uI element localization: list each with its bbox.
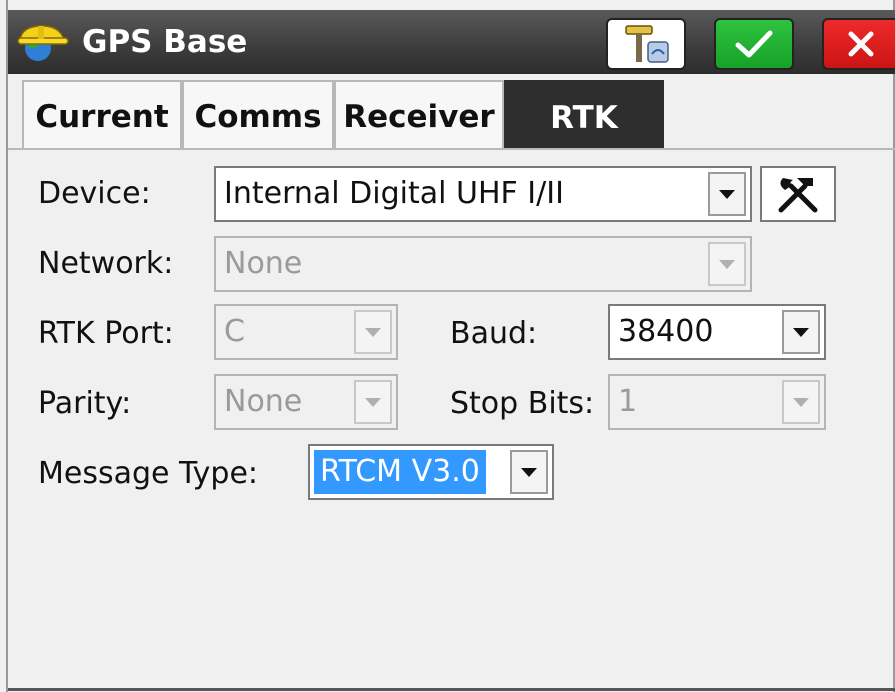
network-value: None: [224, 246, 303, 281]
message-type-select[interactable]: RTCM V3.0: [308, 444, 554, 500]
device-select[interactable]: Internal Digital UHF I/II: [214, 166, 752, 222]
baud-value: 38400: [618, 314, 714, 349]
device-dropdown-button[interactable]: [708, 172, 746, 216]
device-config-button[interactable]: [760, 166, 836, 222]
hammer-wrench-icon: [778, 178, 818, 213]
device-label: Device:: [38, 176, 151, 211]
bottom-border: [8, 688, 895, 691]
parity-label: Parity:: [38, 386, 132, 421]
tab-receiver[interactable]: Receiver: [334, 80, 504, 148]
checkmark-icon: [735, 30, 773, 58]
stop-bits-select[interactable]: 1: [608, 374, 826, 430]
chevron-down-icon: [719, 189, 735, 199]
chevron-down-icon: [793, 327, 809, 337]
parity-value: None: [224, 384, 303, 419]
parity-select[interactable]: None: [214, 374, 398, 430]
tab-divider: [8, 148, 895, 150]
chevron-down-icon: [365, 397, 381, 407]
title-bar: GPS Base: [8, 10, 895, 74]
network-label: Network:: [38, 246, 174, 281]
chevron-down-icon: [793, 397, 809, 407]
close-button[interactable]: [822, 18, 895, 70]
stop-bits-label: Stop Bits:: [450, 386, 595, 421]
ok-button[interactable]: [714, 18, 794, 70]
message-type-label: Message Type:: [38, 456, 259, 491]
window-title: GPS Base: [82, 24, 248, 60]
message-type-dropdown-button[interactable]: [510, 450, 548, 494]
chevron-down-icon: [719, 259, 735, 269]
network-dropdown-button[interactable]: [708, 242, 746, 286]
close-icon: [848, 31, 874, 57]
rtk-port-select[interactable]: C: [214, 304, 398, 360]
chevron-down-icon: [365, 327, 381, 337]
tab-rtk[interactable]: RTK: [504, 80, 664, 148]
rtk-port-label: RTK Port:: [38, 316, 174, 351]
baud-label: Baud:: [450, 316, 538, 351]
rtk-port-dropdown-button[interactable]: [354, 310, 392, 354]
tab-strip: Current Comms Receiver RTK: [22, 80, 664, 150]
parity-dropdown-button[interactable]: [354, 380, 392, 424]
stop-bits-dropdown-button[interactable]: [782, 380, 820, 424]
chevron-down-icon: [521, 467, 537, 477]
baud-select[interactable]: 38400: [608, 304, 826, 360]
gps-receiver-button[interactable]: [606, 18, 686, 70]
baud-dropdown-button[interactable]: [782, 310, 820, 354]
message-type-value: RTCM V3.0: [314, 450, 486, 494]
network-select[interactable]: None: [214, 236, 752, 292]
tab-current[interactable]: Current: [22, 80, 182, 148]
rtk-port-value: C: [224, 314, 245, 349]
tab-comms[interactable]: Comms: [182, 80, 334, 148]
device-value: Internal Digital UHF I/II: [224, 176, 564, 211]
hardhat-globe-icon: [17, 25, 69, 61]
gps-receiver-icon: [625, 25, 669, 63]
stop-bits-value: 1: [618, 384, 638, 419]
